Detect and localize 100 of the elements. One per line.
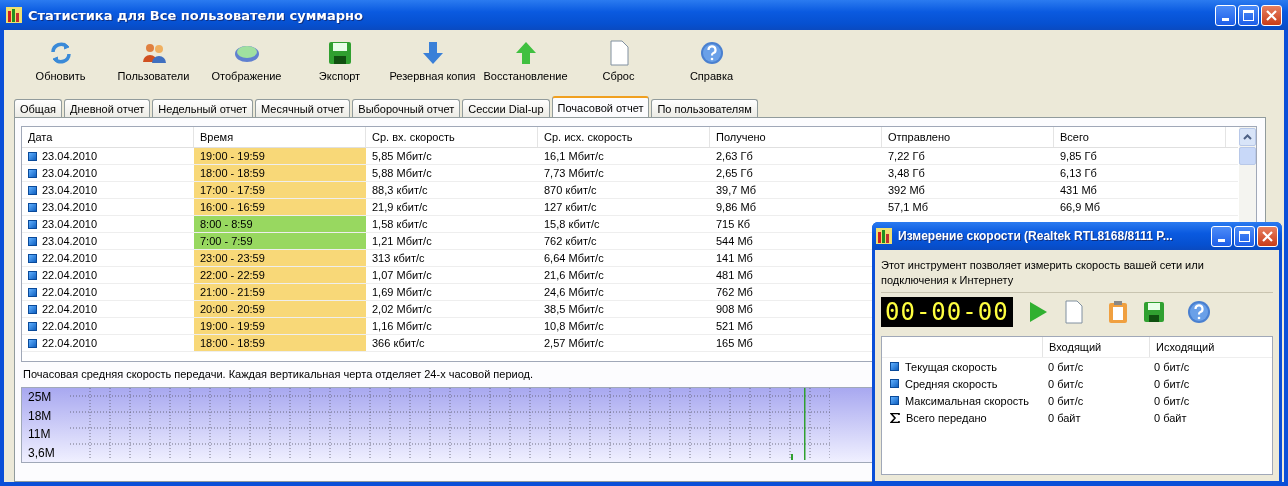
table-cell-text: 762 кбит/с (543, 234, 598, 249)
table-cell-text: 0 бит/с (1047, 360, 1085, 373)
table-cell-text: 0 бит/с (1153, 360, 1191, 373)
table-cell-text: 0 бит/с (1047, 394, 1085, 407)
table-cell-text: 6,13 Гб (1059, 166, 1098, 181)
table-cell: 22.04.2010 (22, 250, 194, 266)
table-cell: 7:00 - 7:59 (194, 233, 366, 249)
table-cell-text: 2,63 Гб (715, 149, 754, 164)
table-cell-text: 2,65 Гб (715, 166, 754, 181)
table-cell: 23.04.2010 (22, 148, 194, 164)
tab[interactable]: Месячный отчет (255, 99, 351, 117)
table-cell-text: 165 Мб (715, 336, 754, 351)
row-label: Всего передано (906, 411, 987, 424)
axis-label: 3,6M (28, 445, 56, 460)
tab[interactable]: По пользователям (651, 99, 758, 117)
table-cell-text: 6,64 Мбит/с (543, 251, 605, 266)
table-cell-text: 2,02 Мбит/с (371, 302, 433, 317)
toolbar-button[interactable]: Сброс (572, 40, 665, 94)
axis-label: 25M (28, 390, 53, 405)
table-cell-text: 366 кбит/с (371, 336, 426, 351)
table-cell-text: 0 бит/с (1153, 377, 1191, 390)
table-cell-text: 3,48 Гб (887, 166, 926, 181)
table-cell: 23.04.2010 (22, 216, 194, 232)
table-cell-text: 141 Мб (715, 251, 754, 266)
table-cell: 18:00 - 18:59 (194, 165, 366, 181)
table-cell-text: 9,86 Мб (715, 200, 757, 215)
table-cell: 22:00 - 22:59 (194, 267, 366, 283)
table-cell-text: 715 Кб (715, 217, 752, 232)
table-cell-text: 5,88 Мбит/с (371, 166, 433, 181)
table-cell-text: 1,69 Мбит/с (371, 285, 433, 300)
column-header[interactable]: Дата (22, 127, 194, 147)
table-cell-text: 88,3 кбит/с (371, 183, 429, 198)
tab[interactable]: Дневной отчет (64, 99, 151, 117)
table-cell-text: 0 байт (1047, 411, 1082, 424)
window-title: Измерение скорости (Realtek RTL8168/8111 P... (898, 229, 1173, 243)
tab[interactable]: Сессии Dial-up (462, 99, 550, 117)
tab[interactable]: Недельный отчет (152, 99, 254, 117)
column-header: Исходящий (1149, 337, 1256, 357)
table-cell: 23:00 - 23:59 (194, 250, 366, 266)
table-cell: 23.04.2010 (22, 233, 194, 249)
table-cell-text: 1,21 Мбит/с (371, 234, 433, 249)
toolbar-button[interactable]: Восстановление (479, 40, 572, 94)
table-cell-text: 66,9 Мб (1059, 200, 1101, 215)
table-cell-text: 313 кбит/с (371, 251, 426, 266)
table-cell-text: 392 Мб (887, 183, 926, 198)
table-cell-text: 1,07 Мбит/с (371, 268, 433, 283)
row-label: Максимальная скорость (905, 394, 1030, 407)
table-cell: 8:00 - 8:59 (194, 216, 366, 232)
table-cell-text: 481 Мб (715, 268, 754, 283)
tab[interactable]: Выборочный отчет (352, 99, 461, 117)
table-cell-text: 0 бит/с (1153, 394, 1191, 407)
table-cell-text: 2,57 Мбит/с (543, 336, 605, 351)
column-header[interactable]: Получено (710, 127, 882, 147)
table-cell: 22.04.2010 (22, 284, 194, 300)
table-cell-text: 5,85 Мбит/с (371, 149, 433, 164)
column-header[interactable]: Ср. вх. скорость (366, 127, 538, 147)
table-cell: 19:00 - 19:59 (194, 148, 366, 164)
table-cell-text: 431 Мб (1059, 183, 1098, 198)
column-header[interactable]: Время (194, 127, 366, 147)
table-cell-text: 16,1 Мбит/с (543, 149, 605, 164)
table-cell-text: 9,85 Гб (1059, 149, 1098, 164)
toolbar-button[interactable]: Пользователи (107, 40, 200, 94)
table-cell-text: 0 байт (1153, 411, 1188, 424)
table-cell-text: 21,6 Мбит/с (543, 268, 605, 283)
table-cell: 22.04.2010 (22, 267, 194, 283)
table-cell-text: 762 Мб (715, 285, 754, 300)
tab[interactable]: Общая (14, 99, 62, 117)
toolbar-button[interactable]: Резервная копия (386, 40, 479, 94)
table-cell: 17:00 - 17:59 (194, 182, 366, 198)
table-cell-text: 127 кбит/с (543, 200, 598, 215)
timer-display: 00-00-00 (881, 297, 1013, 327)
window-title: Статистика для Все пользователи суммарно (28, 7, 363, 23)
column-header[interactable]: Отправлено (882, 127, 1054, 147)
row-label: Средняя скорость (905, 377, 998, 390)
column-header[interactable]: Всего (1054, 127, 1226, 147)
table-cell-text: 15,8 кбит/с (543, 217, 601, 232)
column-header: Входящий (1042, 337, 1149, 357)
table-cell: 19:00 - 19:59 (194, 318, 366, 334)
table-cell: 22.04.2010 (22, 318, 194, 334)
toolbar-button[interactable]: Обновить (14, 40, 107, 94)
table-cell: 16:00 - 16:59 (194, 199, 366, 215)
table-cell-text: 57,1 Мб (887, 200, 929, 215)
table-cell-text: 908 Мб (715, 302, 754, 317)
graph-caption: Почасовая средняя скорость передачи. Каждая вертикальная черта отделяет 24-х часовой период. (23, 368, 534, 380)
table-cell-text: 39,7 Мб (715, 183, 757, 198)
table-cell-text: 0 бит/с (1047, 377, 1085, 390)
column-header[interactable]: Ср. исх. скорость (538, 127, 710, 147)
toolbar-button[interactable]: Экспорт (293, 40, 386, 94)
tab[interactable]: Почасовой отчет (551, 96, 650, 117)
axis-label: 18M (28, 408, 53, 423)
table-cell-text: 38,5 Мбит/с (543, 302, 605, 317)
table-cell-text: 7,22 Гб (887, 149, 926, 164)
table-cell-text: 10,8 Мбит/с (543, 319, 605, 334)
table-cell: 22.04.2010 (22, 335, 194, 351)
table-cell-text: 544 Мб (715, 234, 754, 249)
table-cell-text: 21,9 кбит/с (371, 200, 429, 215)
toolbar-button[interactable]: Справка (665, 40, 758, 94)
description-text: Этот инструмент позволяет измерить скорость вашей сети или подключения к Интернету (881, 258, 1205, 288)
row-label: Текущая скорость (905, 360, 997, 373)
toolbar-button[interactable]: Отображение (200, 40, 293, 94)
